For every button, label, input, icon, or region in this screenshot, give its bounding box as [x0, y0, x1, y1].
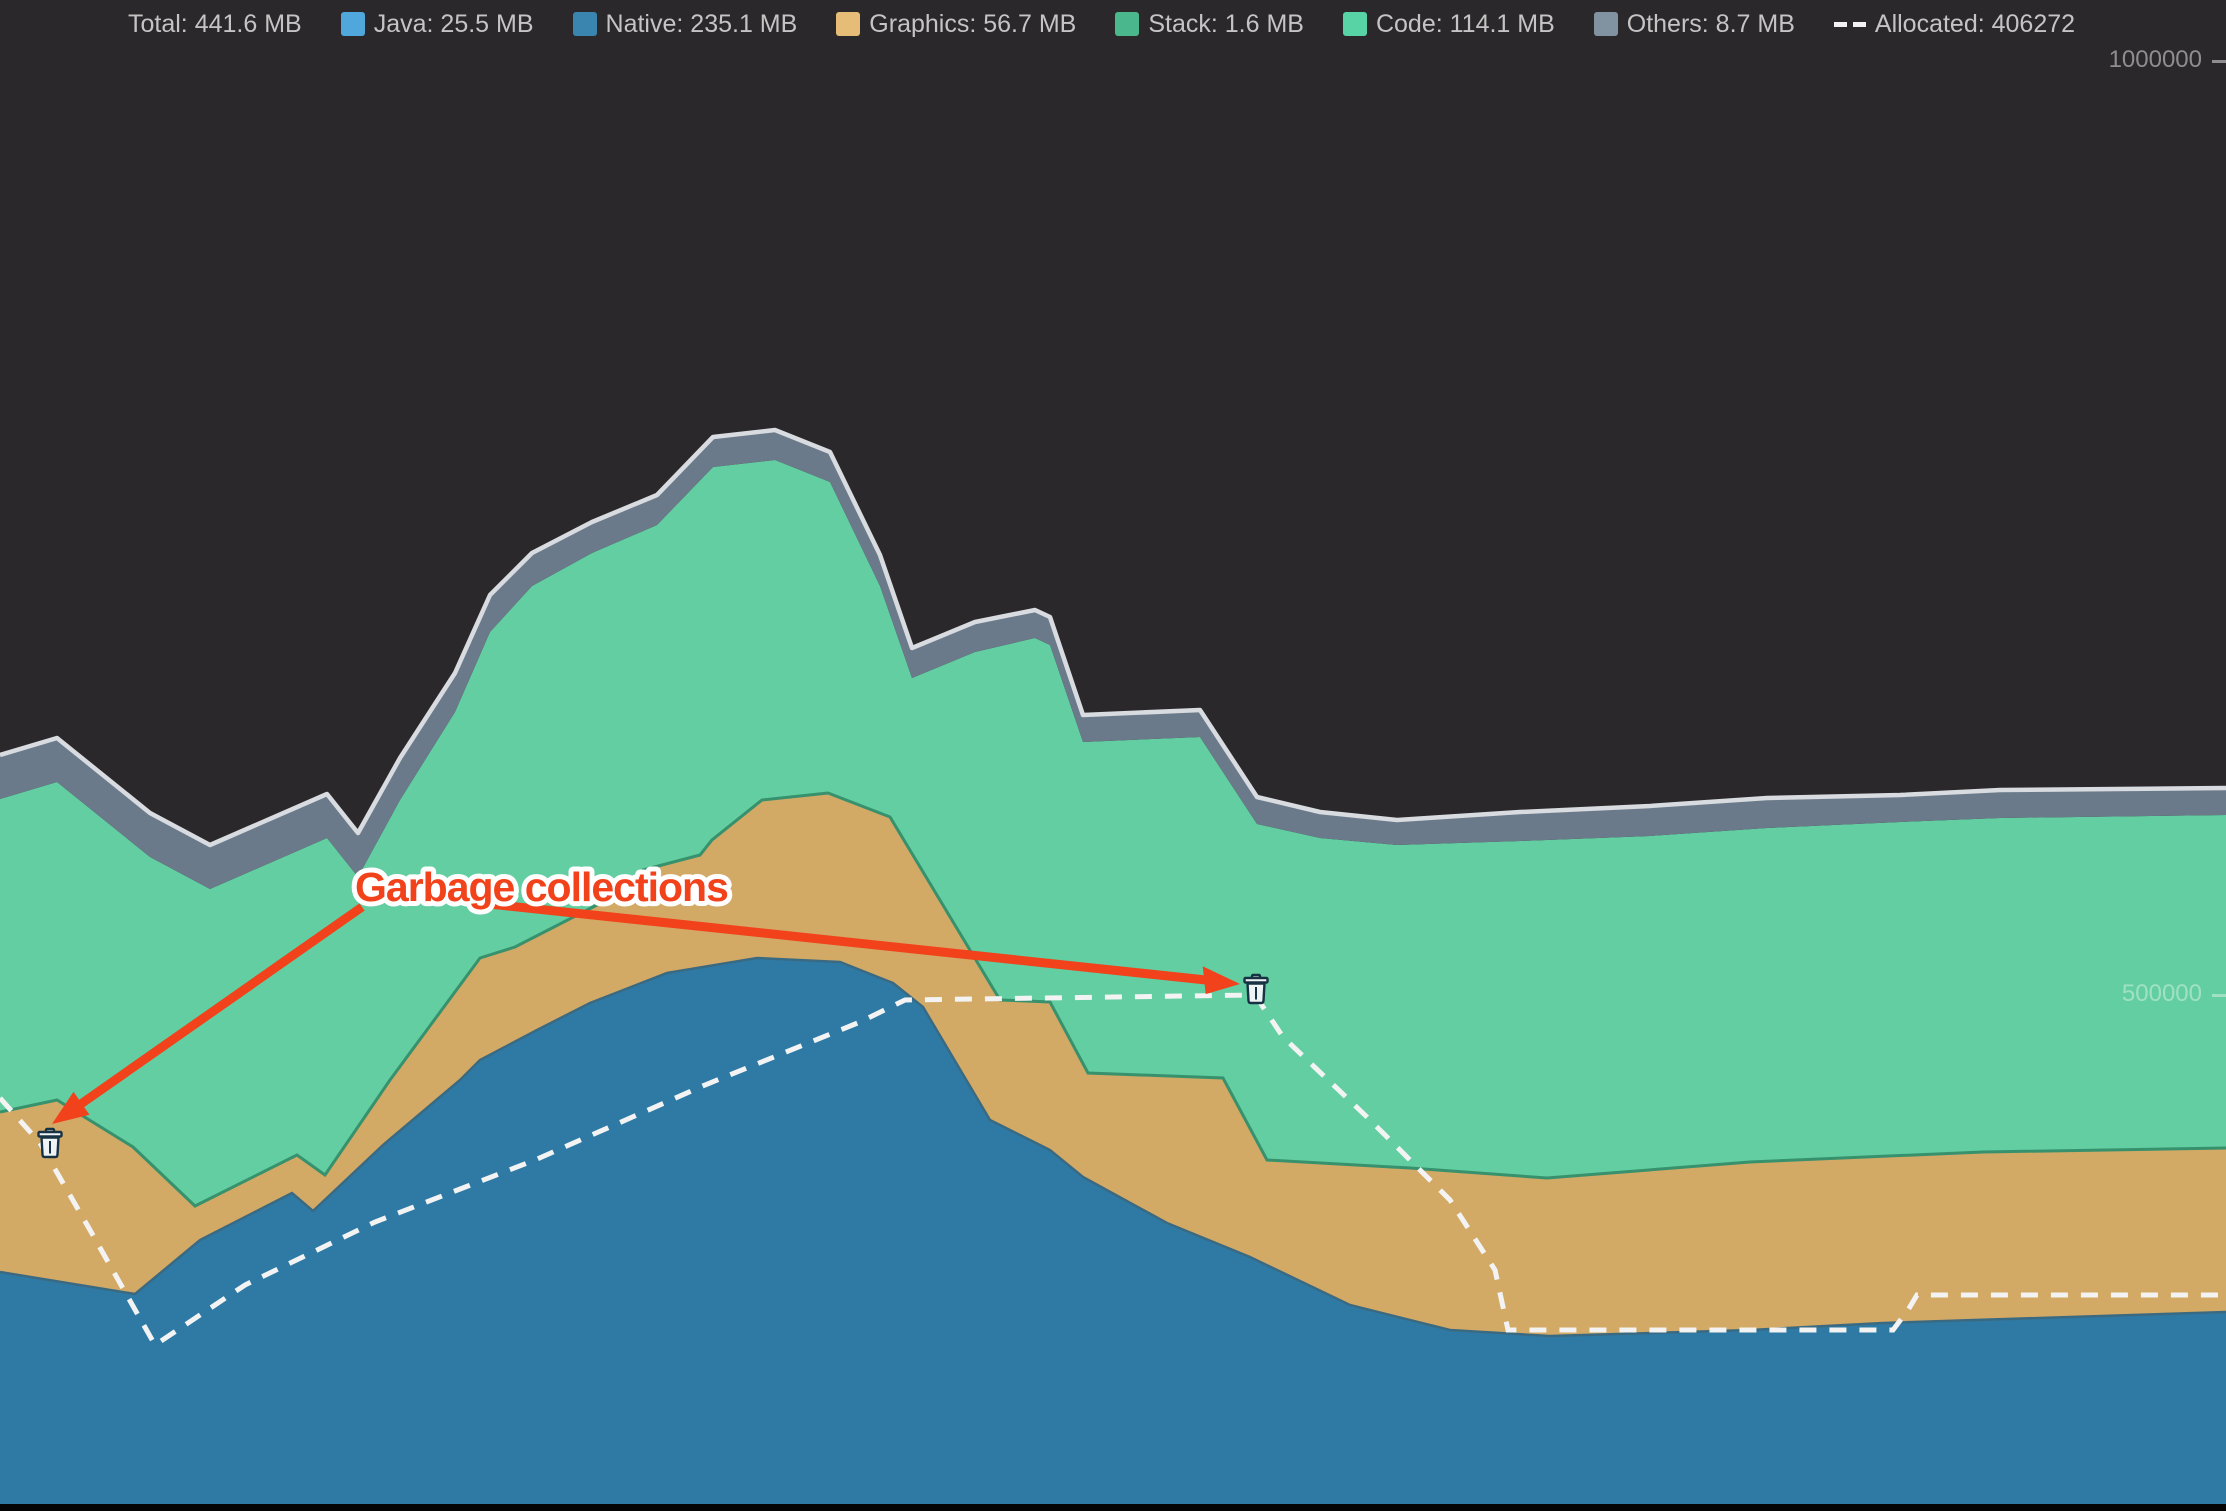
legend-item-others: Others: 8.7 MB: [1594, 10, 1795, 39]
legend-label-total: Total: 441.6 MB: [128, 10, 302, 39]
legend-label-allocated: Allocated: 406272: [1875, 10, 2075, 39]
axis-tick-mark: [2212, 60, 2226, 63]
legend-label-code: Code: 114.1 MB: [1376, 10, 1555, 39]
legend-label-java: Java: 25.5 MB: [374, 10, 534, 39]
gc-trash-icon[interactable]: [39, 1129, 62, 1157]
memory-profiler-screen: Garbage collections Total: 441.6 MB Java:…: [0, 0, 2226, 1511]
legend-label-native: Native: 235.1 MB: [606, 10, 798, 39]
legend-swatch-native: [573, 12, 597, 36]
bottom-edge-divider: [0, 1504, 2226, 1511]
axis-tick-label-500000: 500000: [2122, 980, 2202, 1008]
legend-swatch-stack: [1115, 12, 1139, 36]
memory-timeline-chart[interactable]: Garbage collections: [0, 0, 2226, 1511]
legend-item-graphics: Graphics: 56.7 MB: [836, 10, 1076, 39]
legend-label-others: Others: 8.7 MB: [1627, 10, 1795, 39]
gc-trash-icon[interactable]: [1245, 975, 1268, 1003]
legend-item-stack: Stack: 1.6 MB: [1115, 10, 1304, 39]
legend-label-graphics: Graphics: 56.7 MB: [869, 10, 1076, 39]
allocated-dash-icon: [1834, 22, 1866, 27]
legend-swatch-code: [1343, 12, 1367, 36]
legend-bar: Total: 441.6 MB Java: 25.5 MB Native: 235.…: [0, 0, 2226, 48]
legend-swatch-others: [1594, 12, 1618, 36]
axis-tick-mark: [2212, 994, 2226, 997]
legend-swatch-graphics: [836, 12, 860, 36]
legend-item-allocated: Allocated: 406272: [1834, 10, 2075, 39]
gc-annotation-label: Garbage collections: [355, 864, 728, 910]
legend-label-stack: Stack: 1.6 MB: [1148, 10, 1304, 39]
legend-item-total: Total: 441.6 MB: [128, 10, 302, 39]
legend-item-java: Java: 25.5 MB: [341, 10, 534, 39]
axis-tick-label-1000000: 1000000: [2109, 46, 2202, 74]
legend-item-native: Native: 235.1 MB: [573, 10, 798, 39]
legend-item-code: Code: 114.1 MB: [1343, 10, 1555, 39]
legend-swatch-java: [341, 12, 365, 36]
